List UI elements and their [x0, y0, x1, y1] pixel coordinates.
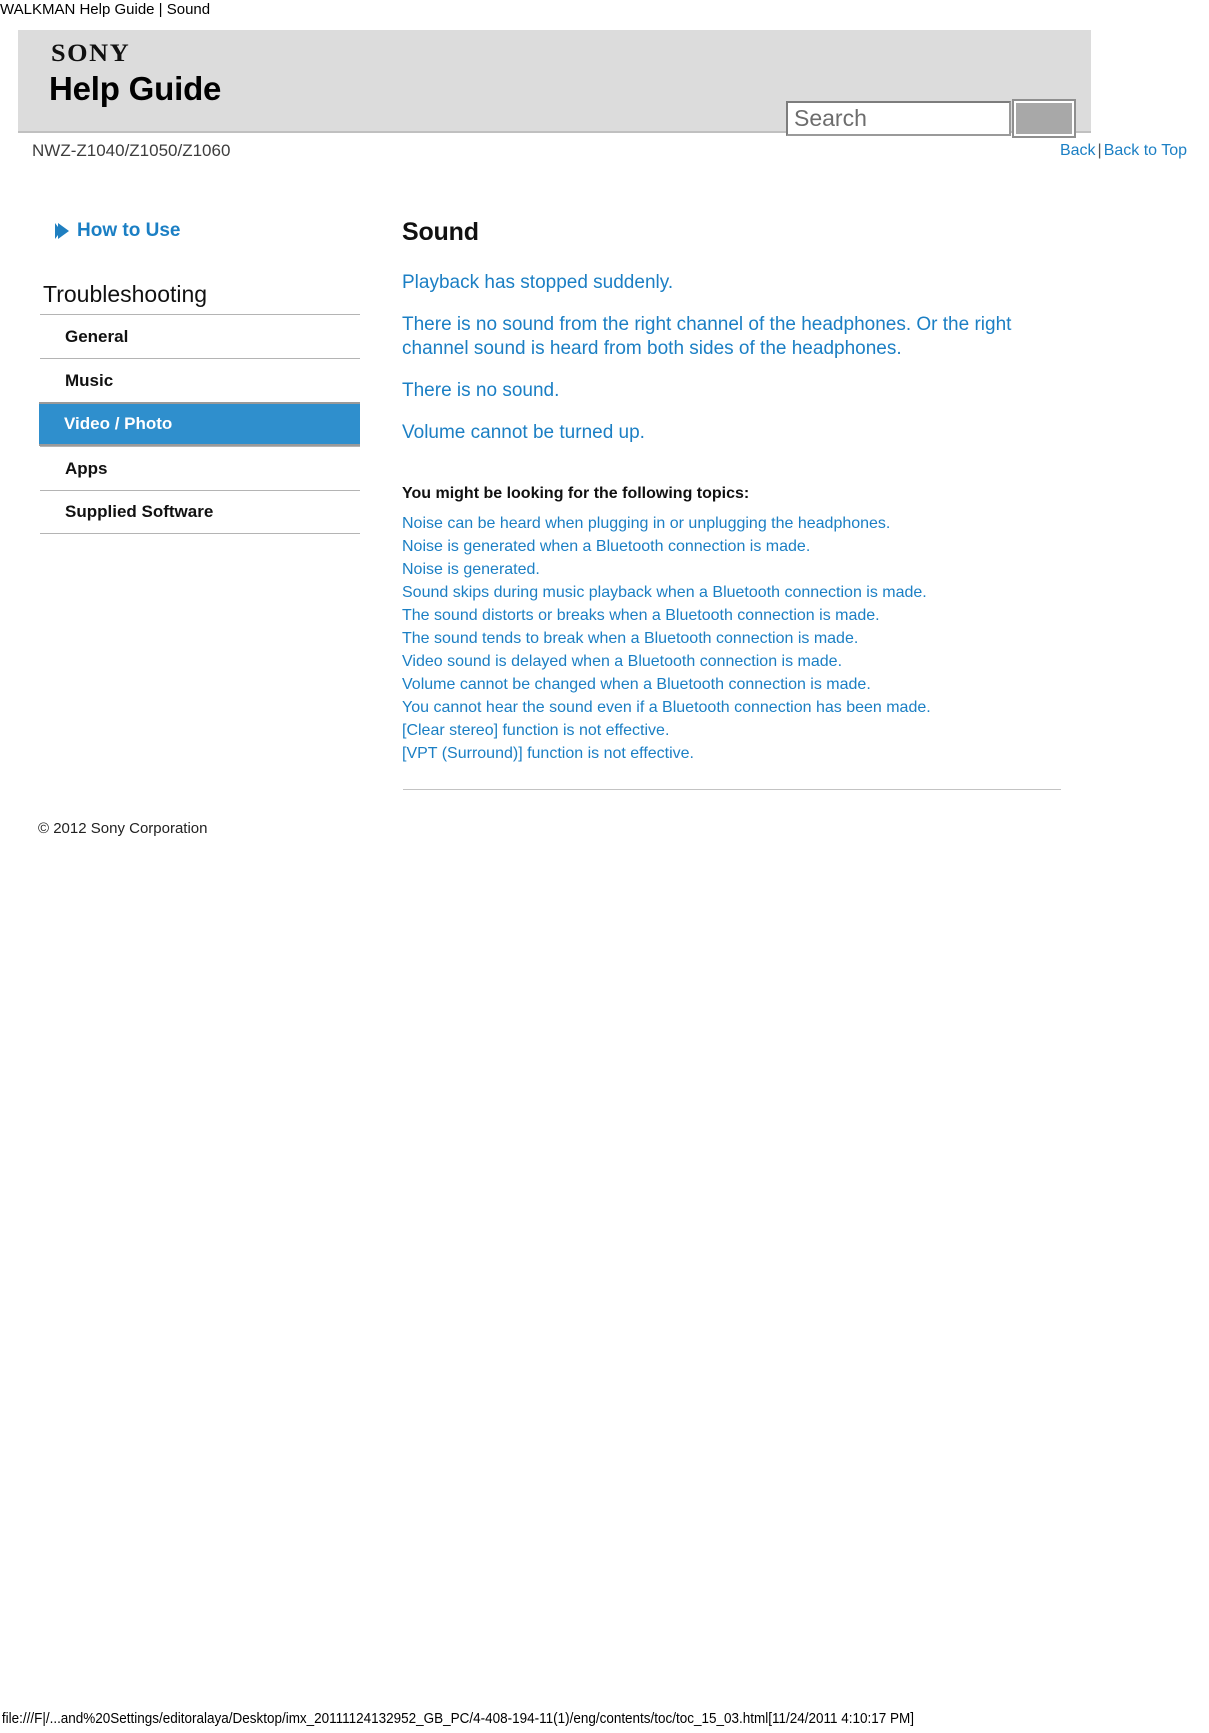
page-banner: SONY Help Guide — [18, 30, 1091, 138]
sidebar-item-video-photo[interactable]: Video / Photo — [39, 402, 360, 446]
related-topic-link[interactable]: The sound tends to break when a Bluetoot… — [402, 627, 1062, 650]
page-title: Help Guide — [49, 70, 222, 107]
sidebar-item-label: General — [65, 326, 129, 346]
sidebar-item-label: Video / Photo — [64, 414, 173, 433]
chevron-right-icon — [55, 223, 69, 239]
related-topics-heading: You might be looking for the following t… — [402, 485, 750, 502]
sidebar: How to Use Troubleshooting General Music… — [39, 218, 360, 534]
sony-logo: SONY — [51, 40, 131, 67]
copyright-notice: © 2012 Sony Corporation — [38, 820, 208, 837]
topic-link[interactable]: There is no sound. — [402, 379, 1022, 403]
sidebar-item-apps[interactable]: Apps — [40, 446, 360, 490]
related-topic-link[interactable]: [Clear stereo] function is not effective… — [402, 719, 1062, 742]
status-bar-url: file:///F|/...and%20Settings/editoralaya… — [1, 1711, 914, 1727]
document-title: WALKMAN Help Guide | Sound — [0, 1, 211, 18]
sidebar-section-title: Troubleshooting — [43, 281, 208, 307]
top-navigation: Back | Back to Top — [1060, 142, 1187, 160]
device-model-label: NWZ-Z1040/Z1050/Z1060 — [32, 141, 231, 160]
search-input[interactable] — [786, 101, 1011, 136]
sidebar-item-general[interactable]: General — [40, 314, 360, 358]
related-topic-link[interactable]: [VPT (Surround)] function is not effecti… — [402, 742, 1062, 765]
sidebar-item-label: How to Use — [77, 220, 181, 241]
sidebar-item-label: Supplied Software — [65, 502, 214, 521]
back-to-top-link[interactable]: Back to Top — [1104, 142, 1187, 159]
related-topic-link[interactable]: Volume cannot be changed when a Bluetoot… — [402, 673, 1062, 696]
back-link[interactable]: Back — [1060, 142, 1096, 159]
related-topic-link[interactable]: You cannot hear the sound even if a Blue… — [402, 696, 1062, 719]
related-topic-link[interactable]: Noise can be heard when plugging in or u… — [402, 512, 1062, 535]
related-topic-link[interactable]: Noise is generated. — [402, 558, 1062, 581]
related-topic-link[interactable]: Video sound is delayed when a Bluetooth … — [402, 650, 1062, 673]
related-topic-link[interactable]: The sound distorts or breaks when a Blue… — [402, 604, 1062, 627]
sidebar-item-supplied-software[interactable]: Supplied Software — [40, 490, 360, 534]
topic-link[interactable]: Volume cannot be turned up. — [402, 421, 1022, 445]
nav-separator: | — [1097, 142, 1102, 159]
sidebar-item-music[interactable]: Music — [40, 358, 360, 402]
sidebar-item-how-to-use[interactable]: How to Use — [55, 218, 360, 244]
topic-link[interactable]: There is no sound from the right channel… — [402, 313, 1022, 361]
content-heading: Sound — [402, 218, 479, 246]
main-content: Sound Playback has stopped suddenly. The… — [402, 218, 1062, 798]
related-topic-link[interactable]: Sound skips during music playback when a… — [402, 581, 1062, 604]
topic-link[interactable]: Playback has stopped suddenly. — [402, 271, 1022, 295]
sidebar-item-label: Music — [65, 370, 114, 390]
content-divider — [403, 789, 1061, 790]
sidebar-item-label: Apps — [65, 458, 108, 478]
related-topic-link[interactable]: Noise is generated when a Bluetooth conn… — [402, 535, 1062, 558]
sidebar-list: General Music Video / Photo Apps Supplie… — [39, 314, 360, 534]
search-submit-button[interactable] — [1012, 99, 1076, 138]
search-area — [786, 99, 1076, 138]
